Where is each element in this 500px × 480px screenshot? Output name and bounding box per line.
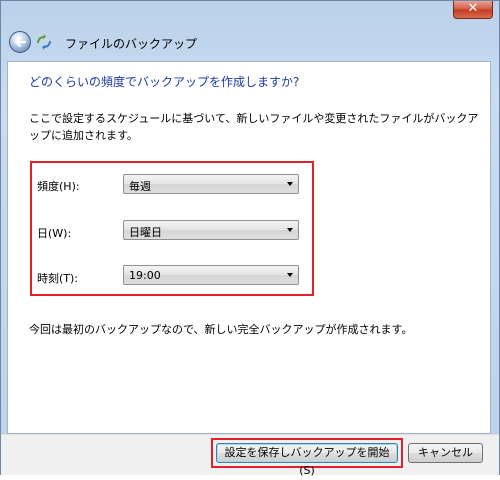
save-and-start-button[interactable]: 設定を保存しバックアップを開始(S) [216,443,398,477]
time-label: 時刻(T): [37,272,79,285]
frequency-label: 頻度(H): [37,180,80,193]
page-description: ここで設定するスケジュールに基づいて、新しいファイルや変更されたファイルがバック… [29,112,479,142]
time-value: 19:00 [129,269,161,282]
cancel-button[interactable]: キャンセル [408,443,483,463]
day-value: 日曜日 [129,226,162,239]
frequency-dropdown[interactable]: 毎週 [123,174,299,194]
page-question: どのくらいの頻度でバックアップを作成しますか? [29,75,300,89]
backup-note: 今回は最初のバックアップなので、新しい完全バックアップが作成されます。 [29,323,413,336]
close-icon: ✕ [467,1,479,16]
time-dropdown[interactable]: 19:00 [123,265,299,285]
backup-wizard-window: ✕ ファイルのバックアップ どのくらいの頻度でバックアップを作成しますか? ここ… [0,0,500,477]
close-button[interactable]: ✕ [453,1,493,19]
back-button[interactable] [9,31,31,53]
backup-app-icon [37,34,51,50]
wizard-title: ファイルのバックアップ [65,37,198,51]
dropdown-arrow-icon [287,182,293,186]
wizard-header: ファイルのバックアップ [5,25,495,59]
frequency-value: 毎週 [129,180,151,193]
day-label: 日(W): [37,227,72,240]
dropdown-arrow-icon [287,228,293,232]
back-arrow-icon [14,36,27,48]
dropdown-arrow-icon [287,273,293,277]
day-dropdown[interactable]: 日曜日 [123,220,299,240]
